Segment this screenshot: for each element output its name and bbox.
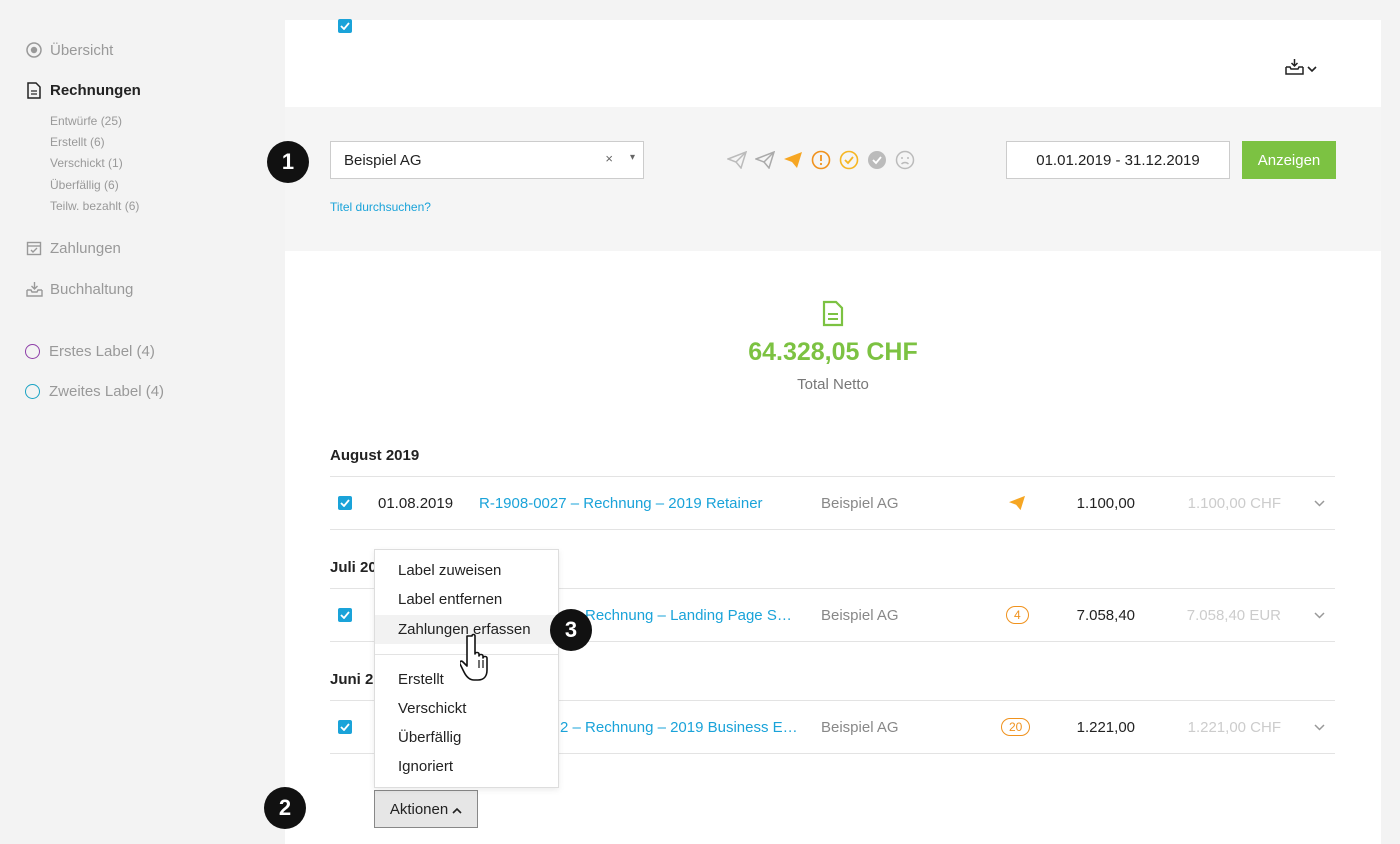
nav-accounting[interactable]: Buchhaltung	[25, 280, 133, 298]
export-button[interactable]	[1285, 58, 1317, 80]
status-badge: 4	[1006, 589, 1029, 641]
inbox-download-icon	[25, 280, 43, 298]
nav-accounting-label: Buchhaltung	[50, 280, 134, 298]
callout-1: 1	[267, 141, 309, 183]
row-title-link[interactable]: 2 – Rechnung – 2019 Business E…	[560, 701, 798, 753]
select-all-checkbox[interactable]	[338, 19, 352, 33]
created-send-icon[interactable]	[754, 148, 775, 172]
row-customer: Beispiel AG	[821, 494, 899, 512]
total-net-value: 64.328,05 CHF	[748, 338, 918, 366]
label-ring-icon	[25, 344, 40, 359]
sidebar: Übersicht Rechnungen Entwürfe (25) Erste…	[0, 0, 285, 844]
label-first[interactable]: Erstes Label (4)	[25, 343, 155, 360]
actions-button[interactable]: Aktionen	[374, 790, 478, 828]
chevron-down-icon[interactable]	[1314, 477, 1325, 529]
row-net-amount: 1.100,00	[1076, 494, 1135, 512]
customer-select[interactable]: Beispiel AG × ▾	[330, 141, 644, 179]
overdue-days-badge: 20	[1001, 718, 1031, 736]
chevron-down-icon[interactable]	[1314, 589, 1325, 641]
row-gross-amount: 1.221,00 CHF	[1187, 718, 1281, 736]
paid-icon[interactable]	[838, 148, 859, 172]
row-checkbox[interactable]	[338, 608, 352, 622]
chevron-up-icon	[452, 801, 462, 818]
chevron-down-icon[interactable]	[1314, 701, 1325, 753]
menu-item-sent[interactable]: Verschickt	[375, 694, 558, 723]
completed-icon[interactable]	[866, 148, 887, 172]
search-title-link[interactable]: Titel durchsuchen?	[330, 200, 431, 214]
status-filter-group	[726, 148, 915, 172]
sub-item-created[interactable]: Erstellt (6)	[50, 135, 105, 149]
month-title: August 2019	[330, 447, 420, 464]
document-icon	[822, 300, 844, 332]
show-button[interactable]: Anzeigen	[1242, 141, 1336, 179]
actions-button-label: Aktionen	[389, 800, 449, 818]
label-second[interactable]: Zweites Label (4)	[25, 383, 164, 400]
menu-item-remove-label[interactable]: Label entfernen	[375, 585, 558, 614]
row-checkbox[interactable]	[338, 720, 352, 734]
sub-item-sent[interactable]: Verschickt (1)	[50, 156, 123, 170]
callout-3: 3	[550, 609, 592, 651]
dropdown-arrow-icon[interactable]: ▾	[630, 152, 635, 163]
row-customer: Beispiel AG	[821, 718, 899, 736]
sub-item-drafts[interactable]: Entwürfe (25)	[50, 114, 122, 128]
chevron-down-icon	[1307, 60, 1317, 78]
ignored-icon[interactable]	[894, 148, 915, 172]
sub-item-partially-paid[interactable]: Teilw. bezahlt (6)	[50, 199, 139, 213]
hand-cursor-icon	[458, 632, 502, 689]
nav-payments[interactable]: Zahlungen	[25, 239, 121, 257]
menu-item-assign-label[interactable]: Label zuweisen	[375, 556, 558, 585]
top-bar	[285, 20, 1381, 107]
check-icon	[340, 723, 350, 731]
nav-invoices-label: Rechnungen	[50, 81, 141, 99]
nav-payments-label: Zahlungen	[50, 239, 121, 257]
clear-icon[interactable]: ×	[605, 151, 613, 166]
row-title-link[interactable]: Rechnung – Landing Page S…	[585, 589, 792, 641]
table-row[interactable]: 01.08.2019 R-1908-0027 – Rechnung – 2019…	[330, 476, 1335, 530]
date-range-input[interactable]: 01.01.2019 - 31.12.2019	[1006, 141, 1230, 179]
check-icon	[340, 499, 350, 507]
total-net-label: Total Netto	[797, 376, 869, 393]
status-badge: 20	[1001, 701, 1031, 753]
check-icon	[340, 611, 350, 619]
label-ring-icon	[25, 384, 40, 399]
overdue-days-badge: 4	[1006, 606, 1029, 624]
filter-bar: Beispiel AG × ▾ 01.01.2019 - 31.12.2019 …	[285, 107, 1381, 251]
nav-overview[interactable]: Übersicht	[25, 41, 113, 59]
row-title-link[interactable]: R-1908-0027 – Rechnung – 2019 Retainer	[479, 477, 763, 529]
label-second-name: Zweites Label (4)	[49, 383, 165, 400]
sub-item-overdue[interactable]: Überfällig (6)	[50, 178, 119, 192]
row-net-amount: 7.058,40	[1076, 606, 1135, 624]
menu-item-ignored[interactable]: Ignoriert	[375, 752, 558, 781]
month-title: Juni 2	[330, 671, 374, 688]
calendar-check-icon	[25, 239, 43, 257]
eye-icon	[25, 41, 43, 59]
menu-item-overdue[interactable]: Überfällig	[375, 723, 558, 752]
draft-send-icon[interactable]	[726, 148, 747, 172]
row-net-amount: 1.221,00	[1076, 718, 1135, 736]
row-date: 01.08.2019	[378, 494, 454, 512]
row-checkbox[interactable]	[338, 496, 352, 510]
callout-2: 2	[264, 787, 306, 829]
row-gross-amount: 1.100,00 CHF	[1187, 494, 1281, 512]
sent-icon	[1008, 477, 1026, 529]
month-title: Juli 20	[330, 559, 377, 576]
row-gross-amount: 7.058,40 EUR	[1186, 606, 1281, 624]
nav-overview-label: Übersicht	[50, 41, 114, 59]
sent-icon[interactable]	[782, 148, 803, 172]
check-icon	[340, 22, 350, 30]
label-first-name: Erstes Label (4)	[49, 343, 155, 360]
customer-select-value: Beispiel AG	[344, 151, 422, 169]
overdue-icon[interactable]	[810, 148, 831, 172]
download-tray-icon	[1285, 58, 1304, 80]
nav-invoices[interactable]: Rechnungen	[25, 81, 141, 99]
document-icon	[25, 81, 43, 99]
row-customer: Beispiel AG	[821, 606, 899, 624]
